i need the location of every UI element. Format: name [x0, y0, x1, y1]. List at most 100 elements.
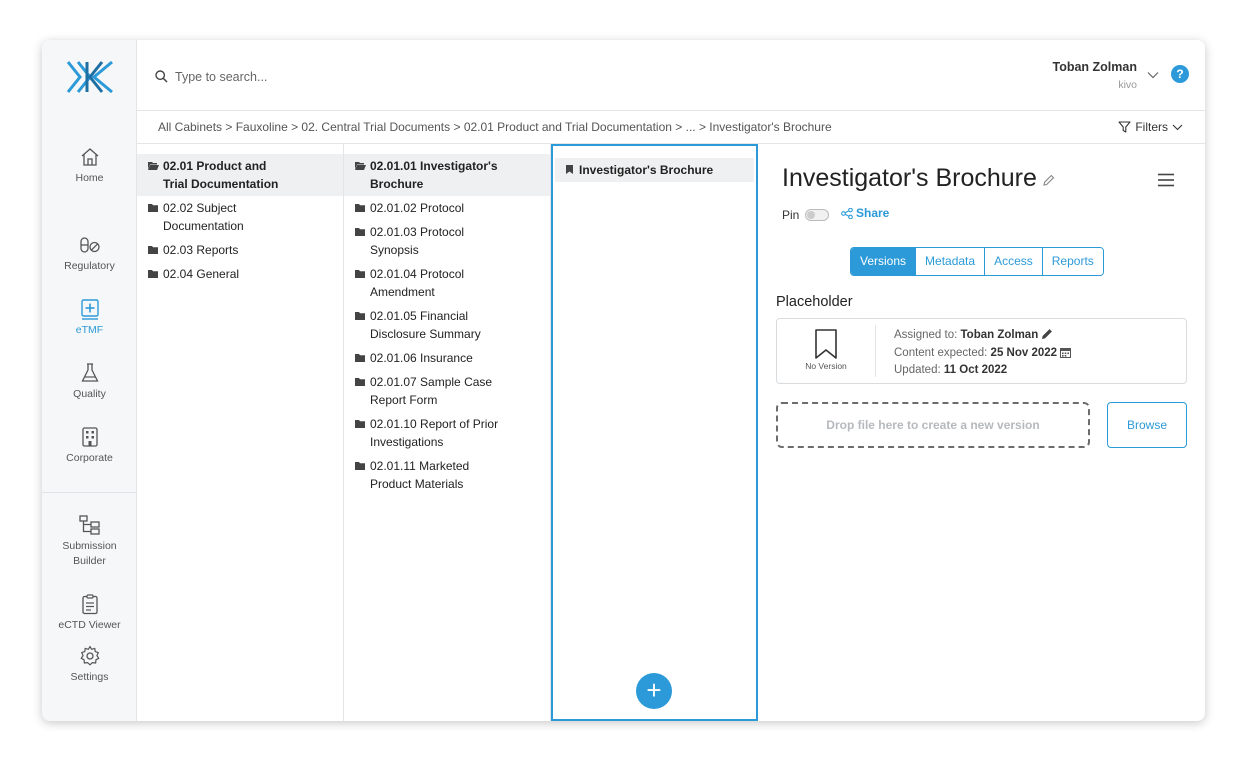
nav-etmf-label: eTMF — [75, 324, 104, 336]
folder-item[interactable]: 02.01.04 Protocol Amendment — [344, 262, 550, 304]
search-icon — [155, 70, 168, 83]
folder-icon — [355, 228, 365, 236]
assigned-label: Assigned to: — [894, 329, 958, 341]
folder-label: 02.01.07 Sample Case — [370, 375, 493, 389]
detail-tabs: Versions Metadata Access Reports — [850, 247, 1104, 276]
folder-icon — [355, 270, 365, 278]
search-input[interactable] — [175, 66, 595, 88]
hamburger-menu-icon[interactable] — [1157, 173, 1175, 187]
folder-icon — [148, 270, 158, 278]
folder-label: Disclosure Summary — [370, 327, 481, 341]
folder-label: 02.02 Subject — [163, 201, 237, 215]
placeholder-info: Assigned to: Toban Zolman Content expect… — [894, 327, 1072, 380]
user-org: kivo — [1118, 79, 1137, 91]
nav-regulatory-label: Regulatory — [64, 260, 115, 272]
tab-reports[interactable]: Reports — [1042, 248, 1103, 275]
breadcrumb[interactable]: All Cabinets > Fauxoline > 02. Central T… — [158, 120, 832, 134]
folder-label: Synopsis — [370, 243, 419, 257]
nav-home[interactable]: Home — [42, 146, 137, 186]
folder-icon — [355, 204, 365, 212]
folder-label: 02.01.05 Financial — [370, 309, 469, 323]
folder-icon — [355, 462, 365, 470]
tab-metadata[interactable]: Metadata — [916, 248, 986, 275]
pills-icon — [79, 237, 100, 253]
nav-regulatory[interactable]: Regulatory — [42, 234, 137, 274]
user-name[interactable]: Toban Zolman — [1053, 60, 1138, 74]
filters-button[interactable]: Filters — [1118, 120, 1183, 134]
folder-icon — [355, 378, 365, 386]
folder-item[interactable]: 02.01 Product and Trial Documentation — [137, 154, 343, 196]
folder-item[interactable]: 02.01.10 Report of Prior Investigations — [344, 412, 550, 454]
top-bar: Toban Zolman kivo ? — [137, 40, 1205, 111]
folder-item[interactable]: 02.01.02 Protocol — [344, 196, 550, 220]
filters-label: Filters — [1135, 120, 1168, 134]
nav-ectd-viewer[interactable]: eCTD Viewer — [42, 593, 137, 633]
pencil-icon[interactable] — [1041, 328, 1053, 340]
folder-icon — [355, 312, 365, 320]
building-icon — [81, 427, 98, 447]
kivo-logo[interactable] — [64, 58, 116, 96]
flask-icon — [80, 363, 99, 382]
folder-label: Investigations — [370, 435, 444, 449]
left-nav: Home Regulatory eTMF Quality Corporate S… — [42, 40, 137, 721]
folder-icon — [148, 246, 158, 254]
nav-corporate[interactable]: Corporate — [42, 426, 137, 466]
browse-button[interactable]: Browse — [1107, 402, 1187, 448]
folder-label: Report Form — [370, 393, 438, 407]
nav-settings[interactable]: Settings — [42, 645, 137, 685]
nav-corporate-label: Corporate — [66, 452, 113, 464]
share-icon — [841, 207, 853, 219]
pencil-icon[interactable] — [1042, 174, 1055, 187]
folder-label: Amendment — [370, 285, 435, 299]
updated-value: 11 Oct 2022 — [943, 364, 1008, 376]
calendar-icon[interactable] — [1060, 347, 1072, 358]
pin-toggle[interactable] — [805, 209, 829, 221]
folder-label: Documentation — [163, 219, 244, 233]
add-document-button[interactable]: + — [636, 673, 672, 709]
expected-value: 25 Nov 2022 — [990, 346, 1058, 359]
folder-item[interactable]: 02.01.03 Protocol Synopsis — [344, 220, 550, 262]
share-button[interactable]: Share — [841, 206, 889, 220]
folder-label: 02.01.02 Protocol — [370, 201, 465, 215]
folder-item[interactable]: 02.01.11 Marketed Product Materials — [344, 454, 550, 496]
folder-item[interactable]: 02.03 Reports — [137, 238, 343, 262]
nav-submission-label-2: Builder — [73, 555, 106, 567]
no-version-label: No Version — [805, 361, 847, 371]
folder-label: 02.03 Reports — [163, 243, 239, 257]
pin-label: Pin — [782, 208, 800, 222]
share-label: Share — [856, 206, 890, 220]
nav-etmf[interactable]: eTMF — [42, 298, 137, 338]
folder-item[interactable]: 02.01.01 Investigator's Brochure — [344, 154, 550, 196]
medical-box-icon — [80, 299, 99, 320]
placeholder-heading: Placeholder — [776, 294, 853, 310]
no-version-block: No Version — [777, 325, 876, 377]
nav-home-label: Home — [75, 172, 104, 184]
chevron-down-icon[interactable] — [1147, 71, 1159, 79]
folder-item[interactable]: 02.04 General — [137, 262, 343, 286]
folder-column-1: 02.01 Product and Trial Documentation 02… — [137, 144, 344, 721]
folder-item[interactable]: 02.01.06 Insurance — [344, 346, 550, 370]
document-item[interactable]: Investigator's Brochure — [555, 158, 754, 182]
document-label: Investigator's Brochure — [579, 163, 714, 177]
folder-item[interactable]: 02.01.07 Sample Case Report Form — [344, 370, 550, 412]
help-icon[interactable]: ? — [1171, 65, 1189, 83]
home-icon — [81, 148, 98, 166]
tab-versions[interactable]: Versions — [851, 248, 917, 275]
detail-panel: Investigator's Brochure Pin Share Versio… — [758, 144, 1205, 721]
document-column: Investigator's Brochure + — [551, 144, 758, 721]
assigned-value: Toban Zolman — [960, 329, 1039, 341]
gear-icon — [80, 645, 99, 666]
tab-access[interactable]: Access — [985, 248, 1043, 275]
nav-quality[interactable]: Quality — [42, 362, 137, 402]
bookmark-icon — [566, 165, 573, 174]
filter-icon — [1118, 121, 1131, 133]
nav-submission-builder[interactable]: Submission Builder — [42, 514, 137, 569]
file-dropzone[interactable]: Drop file here to create a new version — [776, 402, 1090, 448]
bookmark-icon — [815, 329, 837, 359]
folder-open-icon — [148, 162, 159, 170]
nav-quality-label: Quality — [73, 388, 106, 400]
document-title: Investigator's Brochure — [782, 164, 1037, 192]
folder-item[interactable]: 02.02 Subject Documentation — [137, 196, 343, 238]
nav-settings-label: Settings — [70, 671, 109, 683]
folder-item[interactable]: 02.01.05 Financial Disclosure Summary — [344, 304, 550, 346]
